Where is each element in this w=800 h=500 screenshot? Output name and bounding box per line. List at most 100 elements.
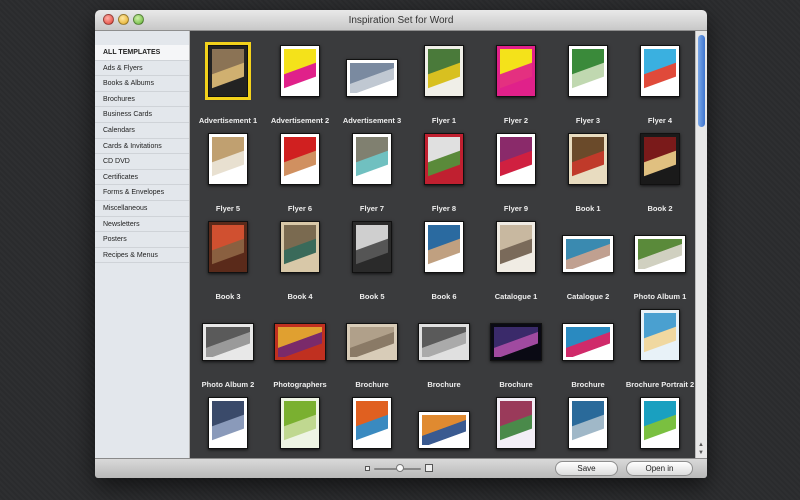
- sidebar-item[interactable]: Newsletters: [95, 217, 189, 233]
- template-item[interactable]: Flyer 3: [552, 37, 624, 125]
- template-thumbnail[interactable]: [568, 45, 608, 97]
- sidebar-item[interactable]: Recipes & Menus: [95, 248, 189, 264]
- open-in-word-button[interactable]: Open in Word: [626, 461, 693, 478]
- template-thumbnail[interactable]: [640, 397, 680, 449]
- template-item[interactable]: Photographers: [264, 301, 336, 389]
- template-item[interactable]: Photo Album 1: [624, 213, 695, 301]
- template-thumbnail[interactable]: [202, 323, 254, 361]
- template-item[interactable]: Book 2: [624, 125, 695, 213]
- template-thumbnail[interactable]: [280, 133, 320, 185]
- save-template-button[interactable]: Save Template: [555, 461, 618, 478]
- sidebar-item[interactable]: Forms & Envelopes: [95, 185, 189, 201]
- sidebar-item[interactable]: ALL TEMPLATES: [95, 45, 189, 61]
- template-thumbnail[interactable]: [640, 133, 680, 185]
- template-item[interactable]: Catalogue 2: [552, 213, 624, 301]
- template-thumbnail[interactable]: [346, 59, 398, 97]
- template-item[interactable]: Brochure: [552, 301, 624, 389]
- template-item[interactable]: Brochure Three-: [552, 389, 624, 458]
- template-thumbnail[interactable]: [352, 397, 392, 449]
- template-thumbnail[interactable]: [496, 397, 536, 449]
- template-thumbnail[interactable]: [208, 397, 248, 449]
- template-item[interactable]: Brochure Portrait: [336, 389, 408, 458]
- gallery-scrollbar[interactable]: ▲ ▼: [695, 31, 707, 458]
- template-thumbnail[interactable]: [205, 42, 251, 100]
- template-thumbnail[interactable]: [496, 133, 536, 185]
- bottom-toolbar: Save Template Open in Word: [95, 458, 707, 478]
- template-thumbnail[interactable]: [208, 133, 248, 185]
- template-item[interactable]: Photo Album 2: [192, 301, 264, 389]
- template-item[interactable]: Brochure: [336, 301, 408, 389]
- sidebar-item[interactable]: Ads & Flyers: [95, 61, 189, 77]
- template-item[interactable]: Brochure: [408, 301, 480, 389]
- sidebar-item[interactable]: Brochures: [95, 92, 189, 108]
- zoom-window-button[interactable]: [133, 14, 144, 25]
- template-thumbnail[interactable]: [274, 323, 326, 361]
- template-item[interactable]: Brochure Three-: [480, 389, 552, 458]
- template-item[interactable]: Flyer 2: [480, 37, 552, 125]
- template-thumbnail[interactable]: [568, 133, 608, 185]
- template-item[interactable]: Brochure Portrait 4: [264, 389, 336, 458]
- template-thumbnail[interactable]: [496, 45, 536, 97]
- template-item[interactable]: Book 6: [408, 213, 480, 301]
- template-item[interactable]: Flyer 1: [408, 37, 480, 125]
- template-item[interactable]: Flyer 6: [264, 125, 336, 213]
- template-item[interactable]: Book 1: [552, 125, 624, 213]
- template-item[interactable]: Flyer 7: [336, 125, 408, 213]
- sidebar-item[interactable]: Cards & Invitations: [95, 139, 189, 155]
- template-thumbnail[interactable]: [424, 133, 464, 185]
- template-thumbnail[interactable]: [634, 235, 686, 273]
- template-thumbnail[interactable]: [208, 221, 248, 273]
- scroll-up-arrow-icon[interactable]: ▲: [698, 442, 704, 448]
- template-thumbnail[interactable]: [424, 45, 464, 97]
- large-thumbnail-icon: [425, 464, 433, 472]
- sidebar-item[interactable]: Books & Albums: [95, 76, 189, 92]
- template-item[interactable]: Book 3: [192, 213, 264, 301]
- template-thumbnail[interactable]: [640, 45, 680, 97]
- zoom-slider[interactable]: [365, 464, 433, 473]
- template-item[interactable]: Flyer 9: [480, 125, 552, 213]
- sidebar-item[interactable]: Calendars: [95, 123, 189, 139]
- template-caption: Book 2: [647, 204, 673, 213]
- sidebar-item[interactable]: Certificates: [95, 170, 189, 186]
- template-thumbnail[interactable]: [280, 221, 320, 273]
- scroll-down-arrow-icon[interactable]: ▼: [698, 450, 704, 456]
- template-item[interactable]: Brochure Three-: [624, 389, 695, 458]
- template-thumbnail[interactable]: [280, 45, 320, 97]
- sidebar-item[interactable]: Miscellaneous: [95, 201, 189, 217]
- template-item[interactable]: Brochure Portrait 3: [192, 389, 264, 458]
- template-item[interactable]: Flyer 5: [192, 125, 264, 213]
- template-item[interactable]: Advertisement 3: [336, 37, 408, 125]
- template-thumbnail[interactable]: [496, 221, 536, 273]
- template-item[interactable]: Flyer 4: [624, 37, 695, 125]
- sidebar-item[interactable]: CD DVD: [95, 154, 189, 170]
- template-item[interactable]: Brochure: [480, 301, 552, 389]
- category-list: ALL TEMPLATES Ads & Flyers Books & Albums B…: [95, 31, 189, 264]
- template-item[interactable]: Advertisement 2: [264, 37, 336, 125]
- sidebar-item[interactable]: Posters: [95, 232, 189, 248]
- zoom-slider-knob[interactable]: [395, 464, 404, 472]
- scrollbar-thumb[interactable]: [698, 35, 705, 127]
- close-window-button[interactable]: [103, 14, 114, 25]
- window-controls: [103, 14, 144, 25]
- template-thumbnail[interactable]: [568, 397, 608, 449]
- template-item[interactable]: Flyer 8: [408, 125, 480, 213]
- template-thumbnail[interactable]: [346, 323, 398, 361]
- template-thumbnail[interactable]: [562, 323, 614, 361]
- template-thumbnail[interactable]: [352, 221, 392, 273]
- template-thumbnail[interactable]: [418, 411, 470, 449]
- template-item[interactable]: Book 4: [264, 213, 336, 301]
- template-item[interactable]: Book 5: [336, 213, 408, 301]
- template-item[interactable]: Advertisement 1: [192, 37, 264, 125]
- template-thumbnail[interactable]: [280, 397, 320, 449]
- template-thumbnail[interactable]: [352, 133, 392, 185]
- template-thumbnail[interactable]: [490, 323, 542, 361]
- minimize-window-button[interactable]: [118, 14, 129, 25]
- template-thumbnail[interactable]: [640, 309, 680, 361]
- template-thumbnail[interactable]: [562, 235, 614, 273]
- template-thumbnail[interactable]: [418, 323, 470, 361]
- template-item[interactable]: Brochure Three-: [408, 389, 480, 458]
- template-item[interactable]: Brochure Portrait 2: [624, 301, 695, 389]
- sidebar-item[interactable]: Business Cards: [95, 107, 189, 123]
- template-item[interactable]: Catalogue 1: [480, 213, 552, 301]
- template-thumbnail[interactable]: [424, 221, 464, 273]
